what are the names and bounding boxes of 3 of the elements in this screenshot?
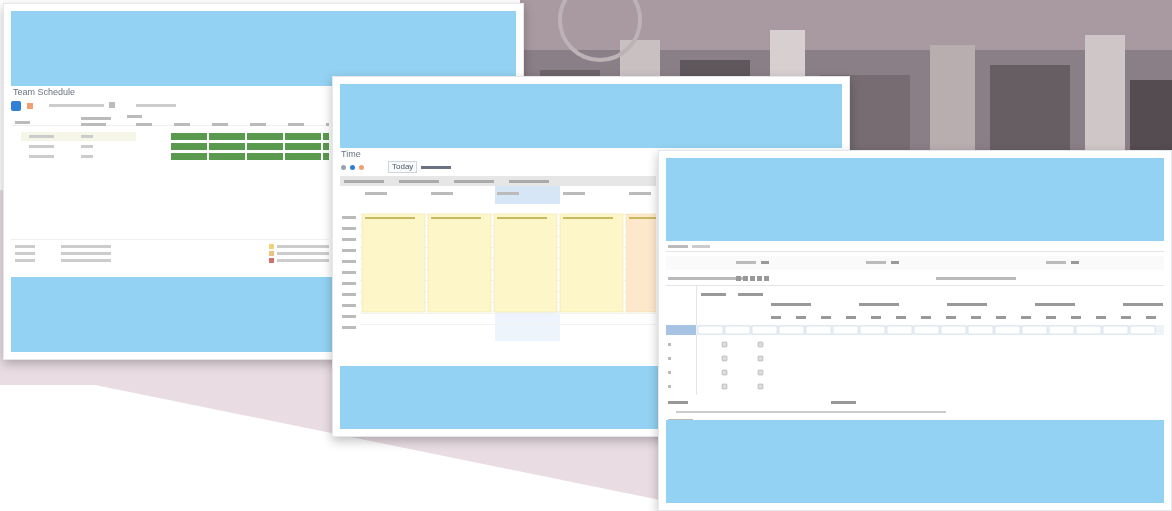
screen-title: Time bbox=[340, 148, 362, 161]
today-button[interactable]: Today bbox=[388, 161, 418, 173]
screen-title: Team Schedule bbox=[12, 86, 77, 99]
